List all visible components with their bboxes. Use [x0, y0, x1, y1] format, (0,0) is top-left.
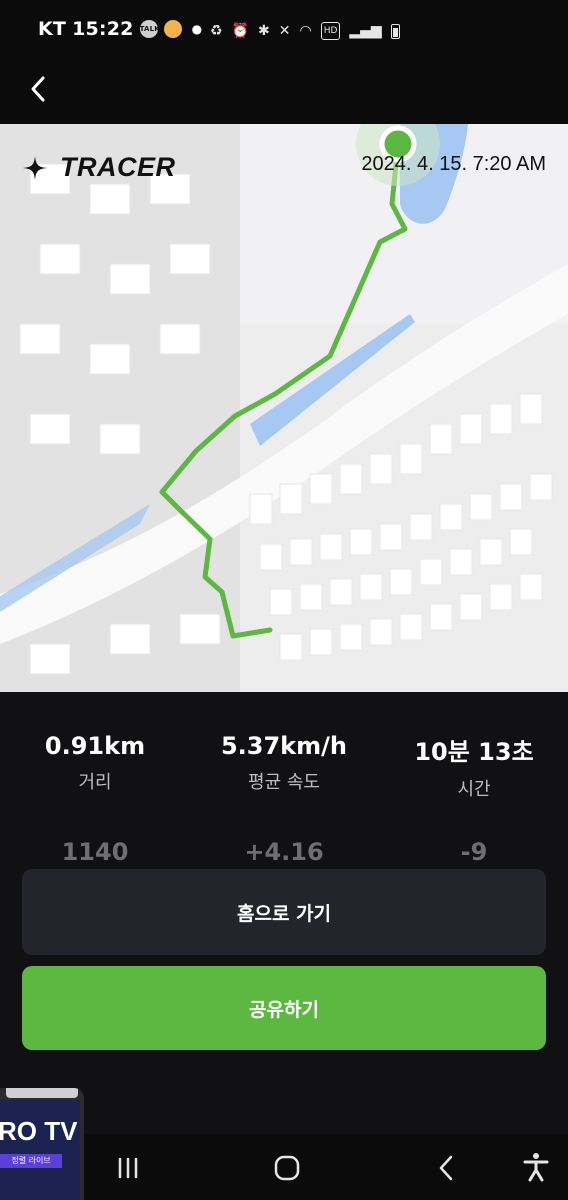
brand-name: TRACER	[60, 152, 176, 182]
home-icon	[274, 1155, 300, 1181]
faded-stat: 1140	[61, 838, 129, 866]
route-map	[0, 124, 568, 692]
accessibility-icon	[523, 1153, 549, 1182]
stat-label: 거리	[78, 772, 112, 793]
faded-stat: -9	[460, 838, 488, 866]
stat-value: 10분 13초	[414, 738, 534, 766]
recycle-icon: ♻	[210, 23, 223, 39]
chevron-left-icon	[31, 76, 45, 102]
go-home-button[interactable]: 홈으로 가기	[22, 869, 546, 955]
back-icon	[439, 1155, 453, 1181]
accessibility-button[interactable]	[522, 1152, 550, 1182]
alarm-icon: ⏰	[231, 23, 249, 39]
stat-distance: 0.91km 거리	[0, 732, 190, 794]
share-button[interactable]: 공유하기	[22, 966, 546, 1050]
stat-label: 시간	[457, 779, 491, 800]
pip-subtitle: 정렬 라이브	[0, 1154, 62, 1168]
mute-icon: ✕	[278, 23, 291, 39]
status-left: KT 15:22 TALK ●	[38, 18, 202, 40]
clock: 15:22	[72, 18, 134, 40]
pip-title: RO TV	[0, 1116, 78, 1146]
back-button[interactable]	[24, 72, 54, 106]
stat-value: 5.37km/h	[220, 732, 348, 760]
wifi-icon: ◠	[299, 23, 312, 39]
hd-icon: HD	[320, 22, 341, 40]
kakaotalk-icon: TALK	[139, 20, 160, 38]
recent-apps-icon	[118, 1157, 138, 1179]
pip-video: RO TV 정렬 라이브	[0, 1100, 80, 1200]
top-app-bar	[0, 56, 568, 124]
carrier: KT	[38, 18, 67, 40]
stat-label: 평균 속도	[248, 772, 320, 793]
system-status-icons: ♻ ⏰ ✱ ✕ ◠ HD ▂▄▆	[210, 22, 400, 40]
stat-time: 10분 13초 시간	[379, 732, 568, 801]
battery-icon	[390, 23, 400, 39]
brand-logo: TRACER	[22, 152, 176, 183]
stat-value: 0.91km	[44, 732, 146, 760]
sparkle-icon	[23, 155, 47, 180]
bluetooth-icon: ✱	[258, 23, 270, 39]
floating-video-thumbnail[interactable]: RO TV 정렬 라이브	[0, 1088, 84, 1200]
more-notifications-dot-icon: ●	[191, 22, 203, 36]
activity-datetime: 2024. 4. 15. 7:20 AM	[361, 153, 546, 175]
pip-handle[interactable]	[6, 1088, 78, 1098]
back-nav-button[interactable]	[435, 1154, 459, 1182]
app-notification-icon	[163, 20, 182, 38]
home-nav-button[interactable]	[273, 1154, 301, 1182]
recent-apps-button[interactable]	[116, 1156, 140, 1180]
stat-average-speed: 5.37km/h 평균 속도	[189, 732, 379, 794]
signal-icon: ▂▄▆	[349, 23, 382, 39]
faded-stat: +4.16	[244, 838, 324, 866]
